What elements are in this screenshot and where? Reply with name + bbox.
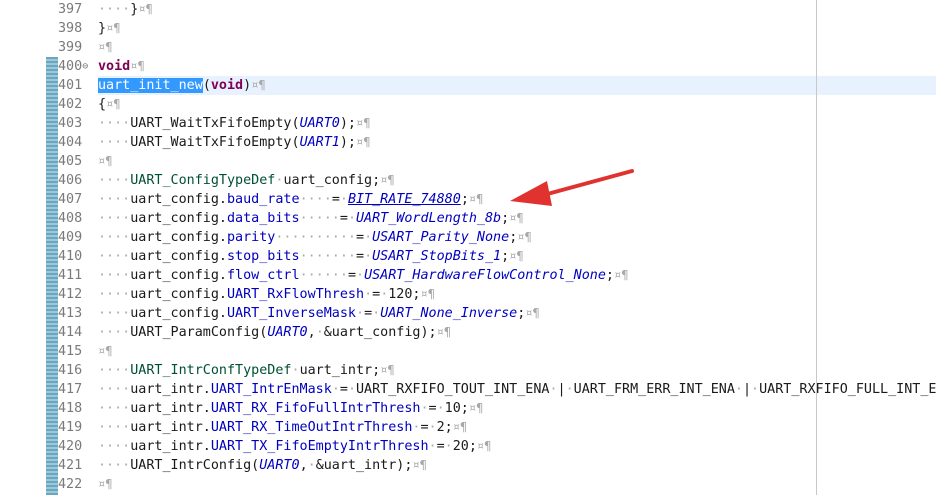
annotation-arrow-icon — [510, 169, 634, 206]
code-editor[interactable]: 397 398 399 400⊖ 401 402 403 404 405 406 407 408 409… — [0, 0, 936, 495]
